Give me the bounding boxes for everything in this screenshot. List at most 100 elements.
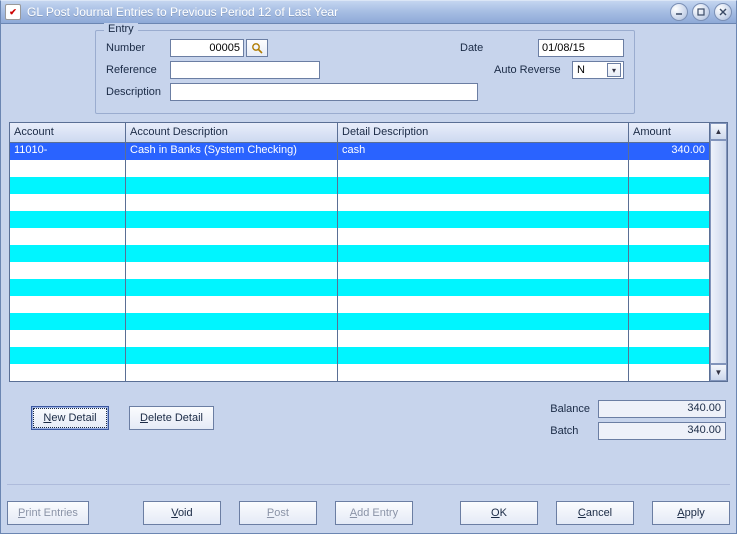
cell-amount — [629, 228, 709, 245]
col-detail-desc[interactable]: Detail Description — [338, 123, 629, 142]
reference-input[interactable] — [170, 61, 320, 79]
cell-detail-desc: cash — [338, 143, 629, 160]
cell-account — [10, 330, 126, 347]
table-row[interactable] — [10, 262, 709, 279]
cell-detail-desc — [338, 211, 629, 228]
auto-reverse-value: N — [577, 64, 585, 76]
print-entries-button[interactable]: Print Entries — [7, 501, 89, 525]
col-amount[interactable]: Amount — [629, 123, 709, 142]
scroll-thumb[interactable] — [710, 140, 727, 364]
description-label: Description — [106, 86, 170, 98]
delete-detail-button[interactable]: Delete Detail — [129, 406, 214, 430]
apply-button[interactable]: Apply — [652, 501, 730, 525]
chevron-down-icon: ▾ — [607, 63, 621, 77]
cell-account — [10, 194, 126, 211]
col-account-desc[interactable]: Account Description — [126, 123, 338, 142]
titlebar: ✔ GL Post Journal Entries to Previous Pe… — [0, 0, 737, 24]
scroll-up-button[interactable]: ▲ — [710, 123, 727, 140]
number-input[interactable] — [170, 39, 244, 57]
close-icon — [719, 8, 727, 16]
cell-account-desc — [126, 296, 338, 313]
col-account[interactable]: Account — [10, 123, 126, 142]
table-row[interactable] — [10, 296, 709, 313]
table-row[interactable] — [10, 160, 709, 177]
date-input[interactable] — [538, 39, 624, 57]
cell-account-desc — [126, 279, 338, 296]
cell-account — [10, 347, 126, 364]
table-row[interactable]: 11010-Cash in Banks (System Checking)cas… — [10, 143, 709, 160]
table-row[interactable] — [10, 245, 709, 262]
mid-row: New Detail Delete Detail Balance 340.00 … — [9, 400, 728, 440]
table-row[interactable] — [10, 194, 709, 211]
minimize-icon — [675, 8, 683, 16]
cell-amount — [629, 194, 709, 211]
cell-amount — [629, 313, 709, 330]
close-button[interactable] — [714, 3, 732, 21]
cell-detail-desc — [338, 262, 629, 279]
batch-value: 340.00 — [598, 422, 726, 440]
search-icon — [251, 42, 263, 54]
cell-account-desc — [126, 245, 338, 262]
table-row[interactable] — [10, 364, 709, 381]
cell-account — [10, 177, 126, 194]
table-row[interactable] — [10, 228, 709, 245]
reference-label: Reference — [106, 64, 170, 76]
cell-account-desc — [126, 194, 338, 211]
minimize-button[interactable] — [670, 3, 688, 21]
batch-label: Batch — [550, 425, 590, 437]
cell-detail-desc — [338, 330, 629, 347]
ok-button[interactable]: OK — [460, 501, 538, 525]
cell-amount: 340.00 — [629, 143, 709, 160]
cell-detail-desc — [338, 364, 629, 381]
cell-detail-desc — [338, 228, 629, 245]
cell-detail-desc — [338, 160, 629, 177]
cell-amount — [629, 330, 709, 347]
date-label: Date — [460, 42, 538, 54]
auto-reverse-select[interactable]: N ▾ — [572, 61, 624, 79]
cell-account — [10, 262, 126, 279]
cell-account — [10, 296, 126, 313]
cell-amount — [629, 177, 709, 194]
table-row[interactable] — [10, 279, 709, 296]
cell-amount — [629, 245, 709, 262]
cell-amount — [629, 211, 709, 228]
client-area: Entry Number Date Reference — [0, 24, 737, 534]
entry-legend: Entry — [104, 23, 138, 35]
new-detail-button[interactable]: New Detail — [31, 406, 109, 430]
void-button[interactable]: Void — [143, 501, 221, 525]
cell-account-desc — [126, 177, 338, 194]
window-controls — [670, 3, 732, 21]
grid-body[interactable]: 11010-Cash in Banks (System Checking)cas… — [10, 143, 709, 381]
maximize-icon — [697, 8, 705, 16]
cell-account-desc — [126, 262, 338, 279]
description-input[interactable] — [170, 83, 478, 101]
number-lookup-button[interactable] — [246, 39, 268, 57]
cancel-button[interactable]: Cancel — [556, 501, 634, 525]
cell-account-desc — [126, 347, 338, 364]
cell-detail-desc — [338, 245, 629, 262]
scroll-down-button[interactable]: ▼ — [710, 364, 727, 381]
post-button[interactable]: Post — [239, 501, 317, 525]
maximize-button[interactable] — [692, 3, 710, 21]
cell-amount — [629, 160, 709, 177]
cell-detail-desc — [338, 194, 629, 211]
table-row[interactable] — [10, 330, 709, 347]
cell-account — [10, 211, 126, 228]
table-row[interactable] — [10, 313, 709, 330]
entry-group: Entry Number Date Reference — [95, 30, 635, 114]
cell-account — [10, 313, 126, 330]
bottom-buttons: Print Entries Void Post Add Entry OK Can… — [7, 484, 730, 525]
cell-account: 11010- — [10, 143, 126, 160]
table-row[interactable] — [10, 347, 709, 364]
cell-detail-desc — [338, 177, 629, 194]
auto-reverse-label: Auto Reverse — [494, 64, 572, 76]
table-row[interactable] — [10, 211, 709, 228]
grid-scrollbar[interactable]: ▲ ▼ — [710, 123, 727, 381]
cell-amount — [629, 347, 709, 364]
cell-amount — [629, 262, 709, 279]
cell-account — [10, 364, 126, 381]
cell-account — [10, 245, 126, 262]
table-row[interactable] — [10, 177, 709, 194]
app-icon: ✔ — [5, 4, 21, 20]
add-entry-button[interactable]: Add Entry — [335, 501, 413, 525]
